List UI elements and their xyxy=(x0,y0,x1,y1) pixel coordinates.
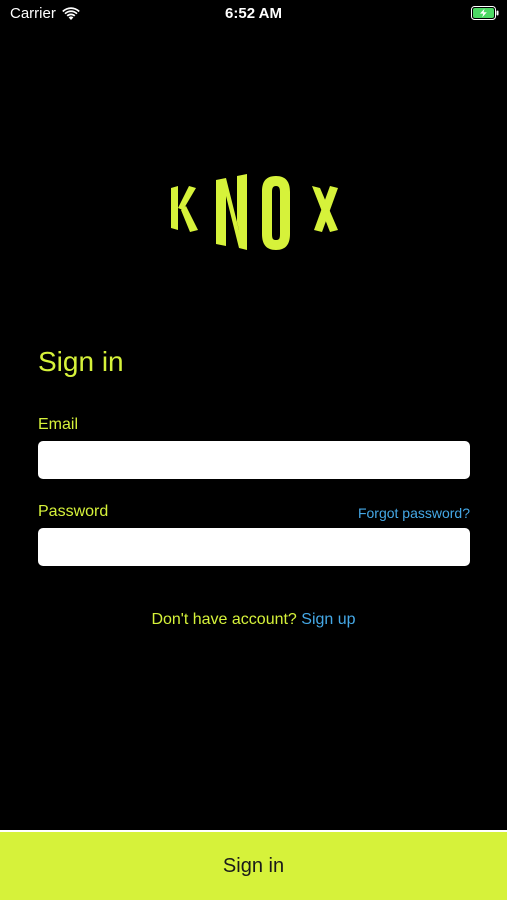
status-time: 6:52 AM xyxy=(225,5,282,22)
email-field[interactable] xyxy=(38,441,470,479)
status-bar: Carrier 6:52 AM xyxy=(0,0,507,28)
password-field[interactable] xyxy=(38,528,470,566)
page-title: Sign in xyxy=(38,346,124,377)
signup-link[interactable]: Sign up xyxy=(301,611,355,628)
signin-button[interactable]: Sign in xyxy=(0,832,507,900)
password-label: Password xyxy=(38,503,109,520)
signup-row: Don't have account? Sign up xyxy=(0,611,507,629)
forgot-password-link[interactable]: Forgot password? xyxy=(358,505,470,521)
email-label: Email xyxy=(38,416,79,433)
knox-logo xyxy=(165,172,345,256)
battery-charging-icon xyxy=(471,6,499,20)
signup-prompt: Don't have account? xyxy=(151,611,302,628)
knox-logo-graphic xyxy=(171,174,338,250)
